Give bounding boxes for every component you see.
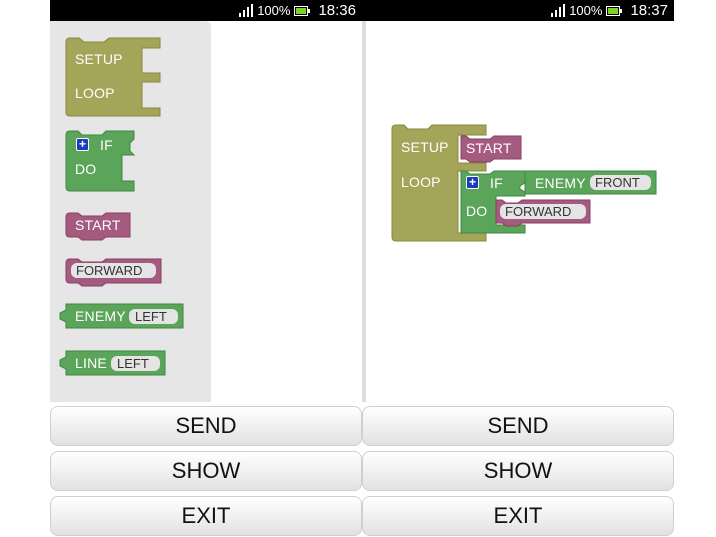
forward-block[interactable]: FORWARD (50, 257, 211, 287)
clock: 18:36 (318, 2, 356, 19)
send-button[interactable]: SEND (362, 406, 674, 446)
start-label: START (466, 140, 512, 156)
battery-icon (294, 5, 311, 16)
line-direction-dropdown[interactable]: LEFT (111, 356, 160, 371)
if-label: IF (490, 175, 503, 191)
enemy-label: ENEMY (535, 175, 586, 191)
phone-screen-right: 100% 18:37 SETUP LOOP START + IF DO ENEM… (362, 0, 674, 537)
start-label: START (75, 217, 121, 233)
signal-icon (239, 4, 254, 17)
setup-loop-block-shape (65, 37, 161, 117)
mutator-plus-icon[interactable]: + (76, 138, 89, 151)
if-do-block[interactable]: + IF DO (50, 129, 211, 195)
setup-loop-block[interactable]: SETUP LOOP START + IF DO ENEMY FRONT FOR… (362, 21, 674, 261)
line-label: LINE (75, 355, 107, 371)
clock: 18:37 (630, 2, 668, 19)
block-toolbox: SETUP LOOP + IF DO START FORWARD ENEMY L… (50, 21, 211, 402)
phone-screen-left: 100% 18:36 SETUP LOOP + IF DO START FORW… (50, 0, 362, 537)
show-button[interactable]: SHOW (362, 451, 674, 491)
battery-percent: 100% (569, 3, 603, 18)
enemy-label: ENEMY (75, 308, 126, 324)
program-canvas: SETUP LOOP START + IF DO ENEMY FRONT FOR… (362, 21, 674, 402)
do-label: DO (75, 161, 97, 177)
battery-percent: 100% (257, 3, 291, 18)
mutator-plus-icon[interactable]: + (466, 176, 479, 189)
send-button[interactable]: SEND (50, 406, 362, 446)
line-block[interactable]: LINE LEFT (50, 349, 211, 379)
status-bar: 100% 18:37 (362, 0, 674, 21)
start-block[interactable]: START (50, 211, 211, 241)
if-label: IF (100, 137, 113, 153)
loop-label: LOOP (401, 174, 441, 190)
exit-button[interactable]: EXIT (362, 496, 674, 536)
forward-label: FORWARD (76, 263, 143, 278)
battery-icon (606, 5, 623, 16)
forward-label: FORWARD (505, 204, 572, 219)
status-bar: 100% 18:36 (50, 0, 362, 21)
setup-label: SETUP (401, 139, 449, 155)
show-button[interactable]: SHOW (50, 451, 362, 491)
blockly-workspace[interactable]: SETUP LOOP START + IF DO ENEMY FRONT FOR… (362, 21, 674, 402)
do-label: DO (466, 203, 488, 219)
enemy-direction-dropdown[interactable]: FRONT (595, 175, 640, 190)
enemy-block[interactable]: ENEMY LEFT (50, 302, 211, 332)
setup-label: SETUP (75, 51, 123, 67)
signal-icon (551, 4, 566, 17)
exit-button[interactable]: EXIT (50, 496, 362, 536)
loop-label: LOOP (75, 85, 115, 101)
setup-loop-block[interactable]: SETUP LOOP (50, 21, 211, 121)
enemy-direction-dropdown[interactable]: LEFT (129, 309, 178, 324)
blockly-workspace[interactable]: SETUP LOOP + IF DO START FORWARD ENEMY L… (50, 21, 362, 402)
